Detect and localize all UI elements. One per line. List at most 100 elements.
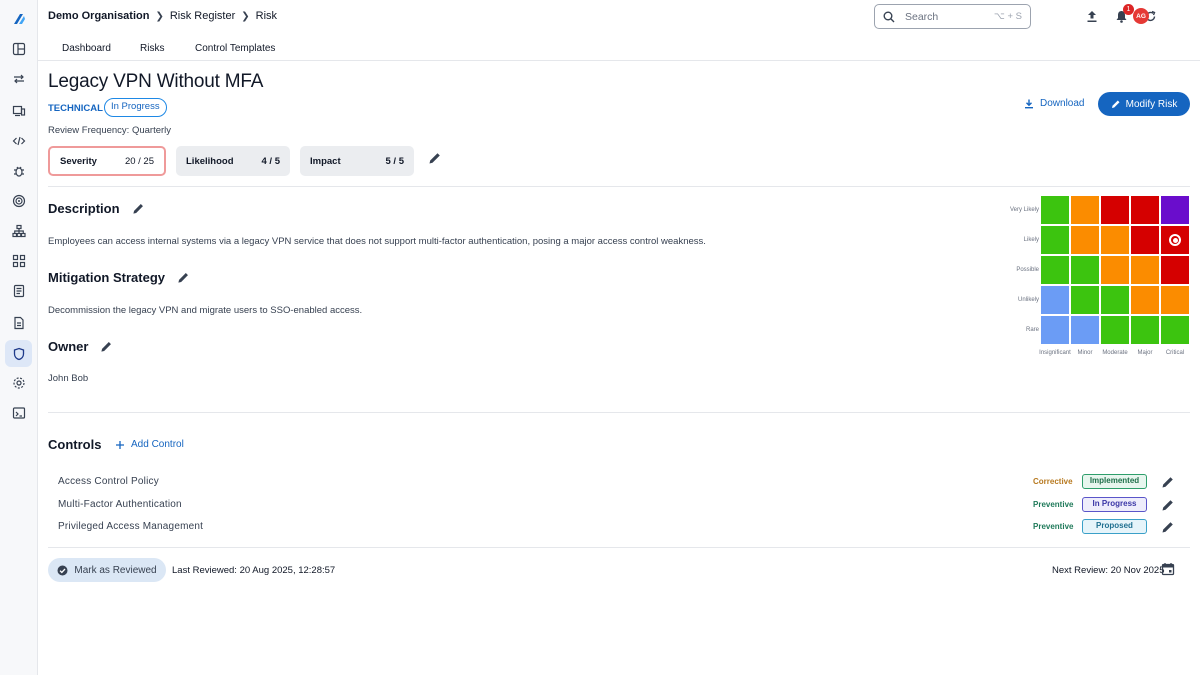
severity-label: Severity — [60, 155, 97, 167]
sidebar-item-code[interactable] — [5, 127, 32, 154]
download-button[interactable]: Download — [1024, 98, 1084, 109]
control-row[interactable]: Multi-Factor Authentication Preventive I… — [58, 497, 1190, 513]
matrix-row-label: Likely — [1023, 237, 1039, 243]
matrix-row-label: Rare — [1025, 327, 1039, 333]
sidebar-item-developer[interactable] — [5, 399, 32, 426]
owner-heading: Owner — [48, 339, 113, 354]
matrix-cell — [1071, 226, 1099, 254]
sidebar-item-organisation[interactable] — [5, 217, 32, 244]
breadcrumb-separator-icon: ❯ — [241, 10, 250, 22]
matrix-row-label: Possible — [1016, 267, 1039, 273]
breadcrumb-page: Risk — [255, 10, 278, 22]
terminal-icon — [12, 406, 25, 419]
impact-card: Impact 5 / 5 — [300, 146, 414, 176]
control-status-badge: In Progress — [1082, 497, 1147, 512]
apps-grid-icon — [12, 254, 25, 267]
mitigation-text: Decommission the legacy VPN and migrate … — [48, 305, 363, 316]
matrix-cell — [1041, 196, 1069, 224]
sidebar-item-integrations[interactable] — [5, 65, 32, 92]
control-row[interactable]: Privileged Access Management Preventive … — [58, 519, 1190, 535]
owner-text: John Bob — [48, 373, 89, 384]
pencil-icon — [1111, 100, 1120, 108]
mitigation-heading: Mitigation Strategy — [48, 270, 190, 285]
next-review-calendar-button[interactable] — [1161, 562, 1175, 576]
matrix-cell — [1131, 226, 1159, 254]
severity-card: Severity 20 / 25 — [48, 146, 166, 176]
sidebar-item-targets[interactable] — [5, 187, 32, 214]
tab-risks[interactable]: Risks — [140, 43, 164, 54]
target-icon — [12, 194, 25, 207]
control-name: Multi-Factor Authentication — [58, 499, 182, 510]
matrix-cell — [1071, 196, 1099, 224]
control-row[interactable]: Access Control Policy Corrective Impleme… — [58, 474, 1190, 490]
matrix-cell — [1161, 256, 1189, 284]
last-reviewed-text: Last Reviewed: 20 Aug 2025, 12:28:57 — [172, 565, 336, 576]
description-text: Employees can access internal systems vi… — [48, 236, 706, 247]
sidebar-item-dashboard[interactable] — [5, 35, 32, 62]
sidebar-item-settings[interactable] — [5, 369, 32, 396]
edit-mitigation-pencil-icon[interactable] — [177, 271, 190, 284]
control-status-badge: Implemented — [1082, 474, 1147, 489]
sidebar-item-apps[interactable] — [5, 247, 32, 274]
mark-as-reviewed-button[interactable]: Mark as Reviewed — [48, 558, 166, 582]
matrix-cell — [1161, 226, 1189, 254]
breadcrumb-org[interactable]: Demo Organisation — [48, 10, 149, 22]
matrix-cell — [1041, 226, 1069, 254]
modify-risk-label: Modify Risk — [1125, 98, 1178, 110]
edit-description-pencil-icon[interactable] — [132, 202, 145, 215]
review-frequency: Review Frequency: Quarterly — [48, 125, 172, 136]
tab-control-templates[interactable]: Control Templates — [195, 43, 275, 54]
avatar[interactable]: AG — [1133, 8, 1149, 24]
page-title: Legacy VPN Without MFA — [48, 71, 264, 92]
notifications-button[interactable]: 1 — [1113, 4, 1134, 24]
search-placeholder: Search — [905, 10, 939, 23]
edit-control-pencil-icon[interactable] — [1161, 520, 1175, 534]
current-risk-marker — [1169, 234, 1181, 246]
matrix-cell — [1131, 196, 1159, 224]
matrix-cell — [1071, 316, 1099, 344]
severity-value: 20 / 25 — [124, 155, 154, 167]
divider — [48, 547, 1190, 548]
plus-icon — [116, 440, 124, 449]
edit-owner-pencil-icon[interactable] — [100, 340, 113, 353]
sidebar-item-vulnerabilities[interactable] — [5, 157, 32, 184]
matrix-cell — [1041, 256, 1069, 284]
matrix-cell — [1101, 256, 1129, 284]
matrix-cell — [1101, 226, 1129, 254]
matrix-cell — [1131, 316, 1159, 344]
matrix-cell — [1161, 196, 1189, 224]
category-label: TECHNICAL — [48, 103, 103, 114]
edit-metrics-button[interactable] — [428, 151, 442, 165]
edit-control-pencil-icon[interactable] — [1161, 498, 1175, 512]
app-logo-icon[interactable] — [9, 9, 29, 29]
sidebar-item-risk[interactable] — [5, 340, 32, 367]
matrix-cell — [1041, 286, 1069, 314]
search-shortcut: ⌥ + S — [993, 11, 1022, 22]
description-title: Description — [48, 201, 120, 216]
next-review-text: Next Review: 20 Nov 2025 — [1052, 565, 1165, 576]
search-input[interactable]: Search ⌥ + S — [874, 4, 1031, 29]
divider — [48, 412, 1190, 413]
tab-dashboard[interactable]: Dashboard — [62, 43, 111, 54]
add-control-button[interactable]: Add Control — [115, 439, 184, 450]
matrix-row-label: Very Likely — [1009, 207, 1039, 213]
matrix-cell — [1071, 286, 1099, 314]
sidebar-item-devices[interactable] — [5, 97, 32, 124]
book-icon — [13, 284, 24, 297]
status-badge: In Progress — [104, 98, 167, 117]
matrix-cell — [1161, 316, 1189, 344]
sidebar-item-policies[interactable] — [5, 277, 32, 304]
edit-control-pencil-icon[interactable] — [1161, 475, 1175, 489]
sidebar-item-documents[interactable] — [5, 309, 32, 336]
upload-button[interactable] — [1084, 8, 1100, 24]
mitigation-title: Mitigation Strategy — [48, 270, 166, 285]
breadcrumb-section[interactable]: Risk Register — [170, 10, 235, 22]
control-name: Access Control Policy — [58, 476, 159, 487]
modify-risk-button[interactable]: Modify Risk — [1098, 92, 1190, 116]
matrix-cell — [1101, 286, 1129, 314]
likelihood-card: Likelihood 4 / 5 — [176, 146, 290, 176]
matrix-row-label: Unlikely — [1017, 297, 1039, 303]
pencil-icon — [429, 153, 440, 164]
impact-label: Impact — [310, 155, 341, 167]
matrix-cell — [1041, 316, 1069, 344]
